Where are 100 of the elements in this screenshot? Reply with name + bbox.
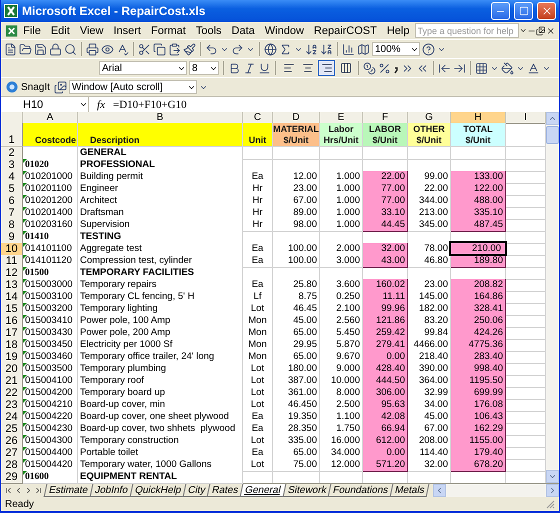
map-icon[interactable] bbox=[357, 42, 370, 56]
formula-field[interactable]: =D10+F10+G10 bbox=[113, 98, 187, 110]
row-header[interactable]: 19 bbox=[1, 351, 23, 364]
sheet-tab[interactable]: City bbox=[182, 484, 210, 497]
menu-item[interactable]: Format bbox=[146, 24, 191, 36]
undo-icon[interactable] bbox=[205, 42, 218, 56]
maximize-button[interactable] bbox=[514, 2, 533, 20]
row-header[interactable]: 22 bbox=[1, 387, 23, 400]
increase-indent-icon[interactable] bbox=[453, 62, 466, 74]
zoom-dropdown[interactable]: 100% bbox=[372, 42, 420, 56]
spreadsheet-logo-icon[interactable] bbox=[5, 24, 18, 38]
redo-icon[interactable] bbox=[231, 42, 244, 56]
row-header[interactable]: 23 bbox=[1, 399, 23, 412]
open-folder-icon[interactable] bbox=[19, 42, 32, 56]
copy-icon[interactable] bbox=[153, 42, 166, 56]
row-header[interactable]: 20 bbox=[1, 363, 23, 376]
column-header[interactable]: G bbox=[408, 112, 451, 124]
first-sheet-icon[interactable] bbox=[4, 486, 13, 495]
row-header[interactable]: 21 bbox=[1, 375, 23, 388]
scrollbar-thumb[interactable] bbox=[546, 126, 559, 144]
row-header[interactable]: 18 bbox=[1, 339, 23, 352]
last-sheet-icon[interactable] bbox=[34, 486, 43, 495]
row-header[interactable]: 2 bbox=[1, 147, 23, 160]
decrease-indent-icon[interactable] bbox=[438, 62, 451, 74]
sort-descending-icon[interactable] bbox=[320, 42, 333, 56]
row-header[interactable]: 28 bbox=[1, 459, 23, 472]
sort-ascending-icon[interactable] bbox=[305, 42, 318, 56]
snagit-button[interactable]: SnagIt bbox=[4, 81, 52, 93]
sheet-tab[interactable]: General bbox=[240, 484, 286, 497]
sheet-tab[interactable]: Estimate bbox=[44, 484, 94, 497]
row-header[interactable]: 16 bbox=[1, 315, 23, 328]
currency-icon[interactable] bbox=[363, 62, 376, 74]
percent-icon[interactable] bbox=[378, 62, 391, 74]
row-header[interactable]: 11 bbox=[1, 255, 23, 268]
underline-icon[interactable] bbox=[258, 62, 271, 74]
row-header[interactable]: 29 bbox=[1, 471, 23, 484]
bold-icon[interactable] bbox=[228, 62, 241, 74]
preview-icon[interactable] bbox=[101, 42, 114, 56]
column-header[interactable]: A bbox=[23, 112, 78, 124]
insert-function-label[interactable]: fx bbox=[89, 98, 113, 110]
menu-item[interactable]: Tools bbox=[190, 24, 227, 36]
print-icon[interactable] bbox=[86, 42, 99, 56]
row-header[interactable]: 7 bbox=[1, 207, 23, 220]
sheet-tab[interactable]: QuickHelp bbox=[129, 484, 186, 497]
menu-item[interactable]: File bbox=[18, 24, 46, 36]
new-file-icon[interactable] bbox=[4, 42, 17, 56]
menu-item[interactable]: Insert bbox=[108, 24, 146, 36]
row-header[interactable]: 17 bbox=[1, 327, 23, 340]
cut-icon[interactable] bbox=[138, 42, 151, 56]
italic-icon[interactable] bbox=[243, 62, 256, 74]
row-header[interactable]: 8 bbox=[1, 219, 23, 232]
sheet-tab[interactable]: Sitework bbox=[282, 484, 332, 497]
font-dropdown[interactable]: Arial bbox=[99, 61, 187, 75]
column-header[interactable]: H bbox=[451, 112, 506, 124]
sheet-tab[interactable]: Foundations bbox=[328, 484, 394, 497]
row-header[interactable]: 24 bbox=[1, 411, 23, 424]
menu-item[interactable]: View bbox=[74, 24, 108, 36]
row-header[interactable]: 26 bbox=[1, 435, 23, 448]
menu-item[interactable]: Data bbox=[226, 24, 260, 36]
help-icon[interactable] bbox=[422, 42, 435, 56]
resize-grip-icon[interactable] bbox=[545, 499, 555, 509]
close-button[interactable] bbox=[537, 2, 556, 20]
row-header[interactable]: 1 bbox=[1, 123, 23, 147]
row-header[interactable]: 14 bbox=[1, 291, 23, 304]
row-header[interactable]: 5 bbox=[1, 183, 23, 196]
sheet-tab[interactable]: JobInfo bbox=[90, 484, 134, 497]
minimize-button[interactable] bbox=[491, 2, 510, 20]
help-search-field[interactable]: Type a question for help bbox=[414, 23, 518, 38]
font-color-icon[interactable] bbox=[527, 62, 540, 74]
search-icon[interactable] bbox=[64, 42, 77, 56]
column-header[interactable]: E bbox=[320, 112, 363, 124]
row-header[interactable]: 10 bbox=[1, 243, 23, 256]
menu-item[interactable]: Help bbox=[382, 24, 414, 36]
dropdown-caret-icon[interactable] bbox=[518, 26, 527, 35]
paste-icon[interactable] bbox=[168, 42, 181, 56]
row-header[interactable]: 13 bbox=[1, 279, 23, 292]
row-header[interactable]: 6 bbox=[1, 195, 23, 208]
dropdown-caret-icon[interactable] bbox=[79, 100, 88, 109]
menu-item[interactable]: RepairCOST bbox=[308, 24, 382, 36]
next-sheet-icon[interactable] bbox=[24, 486, 33, 495]
borders-icon[interactable] bbox=[475, 62, 488, 74]
sheet-tab[interactable]: Rates bbox=[206, 484, 244, 497]
sheet-tab[interactable]: Metals bbox=[390, 484, 430, 497]
row-header[interactable]: 3 bbox=[1, 159, 23, 172]
row-header[interactable]: 9 bbox=[1, 231, 23, 244]
spelling-icon[interactable] bbox=[116, 42, 129, 56]
maximize-icon[interactable] bbox=[518, 6, 528, 16]
column-header[interactable]: D bbox=[273, 112, 320, 124]
row-header[interactable]: 27 bbox=[1, 447, 23, 460]
fill-color-icon[interactable] bbox=[501, 62, 514, 74]
close-icon[interactable] bbox=[546, 26, 555, 36]
catalog-icon[interactable] bbox=[54, 80, 67, 94]
row-header[interactable]: 25 bbox=[1, 423, 23, 436]
column-header[interactable]: I bbox=[506, 112, 546, 124]
sum-icon[interactable] bbox=[279, 42, 292, 56]
menu-item[interactable]: Window bbox=[260, 24, 309, 36]
row-header[interactable]: 15 bbox=[1, 303, 23, 316]
save-icon[interactable] bbox=[34, 42, 47, 56]
font-size-dropdown[interactable]: 8 bbox=[189, 61, 219, 75]
column-header[interactable]: B bbox=[78, 112, 243, 124]
